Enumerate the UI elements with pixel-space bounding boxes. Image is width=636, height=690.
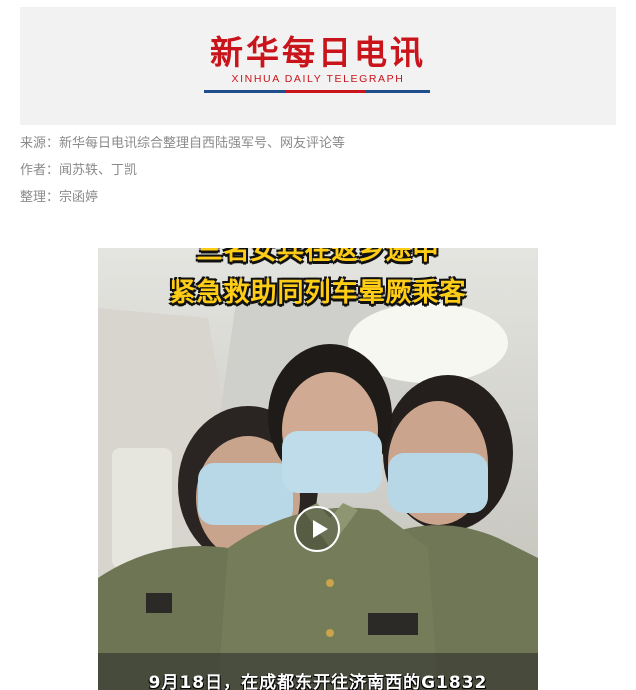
masthead-rule-left bbox=[204, 90, 286, 93]
video-caption-main: 紧急救助同列车晕厥乘客 bbox=[169, 278, 467, 308]
article-author: 作者：闻苏轶、丁凯 bbox=[20, 163, 138, 178]
video-player[interactable]: 三名女兵在返乡途中 紧急救助同列车晕厥乘客 9月18日，在成都东开往济南西的G1… bbox=[98, 248, 538, 690]
masthead-banner: 新华每日电讯 XINHUA DAILY TELEGRAPH bbox=[20, 7, 616, 125]
article-source: 来源：新华每日电讯综合整理自西陆强军号、网友评论等 bbox=[20, 136, 346, 151]
masthead-rule-center bbox=[286, 90, 366, 93]
play-icon[interactable] bbox=[294, 506, 340, 552]
video-frame-image bbox=[98, 248, 538, 690]
article-editor: 整理：宗函婷 bbox=[20, 190, 99, 205]
masthead-title: 新华每日电讯 bbox=[210, 33, 426, 72]
video-caption-top: 三名女兵在返乡途中 bbox=[196, 248, 440, 266]
masthead-rule-right bbox=[366, 90, 430, 93]
video-subtitle: 9月18日，在成都东开往济南西的G1832 bbox=[148, 673, 488, 690]
masthead-subtitle: XINHUA DAILY TELEGRAPH bbox=[231, 73, 405, 85]
